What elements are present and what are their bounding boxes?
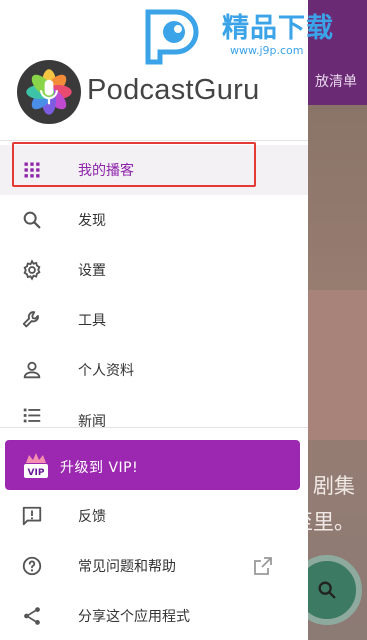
person-icon <box>20 358 44 382</box>
podcast-flower-icon <box>26 69 72 115</box>
nav-item-label: 反馈 <box>78 509 106 525</box>
divider <box>0 427 308 428</box>
feedback-icon <box>20 504 44 528</box>
nav-item-share[interactable]: 分享这个应用程式 <box>0 591 308 640</box>
list-icon <box>20 403 44 427</box>
gear-icon <box>20 258 44 282</box>
nav-item-my-podcasts[interactable]: 我的播客 <box>0 145 308 195</box>
nav-item-label: 个人资料 <box>78 363 134 379</box>
app-logo <box>17 60 81 124</box>
watermark-title: 精品下载 <box>222 13 334 44</box>
app-name: PodcastGuru <box>87 74 260 106</box>
nav-item-label: 设置 <box>78 263 106 279</box>
nav-item-label: 我的播客 <box>78 163 134 179</box>
vip-crown-icon: VIP <box>24 453 48 478</box>
external-link-icon <box>254 557 272 575</box>
background-decoration <box>300 290 367 440</box>
watermark: 精品下载 www.j9p.com <box>138 0 367 72</box>
nav-item-label: 分享这个应用程式 <box>78 609 190 625</box>
watermark-logo-icon <box>145 9 199 65</box>
nav-item-settings[interactable]: 设置 <box>0 245 308 295</box>
background-text-line: 剧集 <box>313 474 355 498</box>
nav-item-discover[interactable]: 发现 <box>0 195 308 245</box>
nav-item-tools[interactable]: 工具 <box>0 295 308 345</box>
nav-item-label: 常见问题和帮助 <box>78 559 176 575</box>
nav-item-feedback[interactable]: 反馈 <box>0 491 308 541</box>
background-tab-label: 放清单 <box>315 74 357 90</box>
nav-item-news[interactable]: 新闻 <box>0 395 308 427</box>
vip-badge-text: VIP <box>28 468 45 478</box>
nav-item-profile[interactable]: 个人资料 <box>0 345 308 395</box>
nav-item-label: 新闻 <box>78 414 106 427</box>
search-icon <box>20 208 44 232</box>
divider <box>0 140 308 141</box>
navigation-drawer: PodcastGuru 我的播客 发现 设置 工具 个人资料 新闻 VIP 升级… <box>0 0 308 640</box>
search-icon <box>318 581 336 599</box>
nav-item-label: 发现 <box>78 213 106 229</box>
wrench-icon <box>20 308 44 332</box>
help-icon <box>20 554 44 578</box>
upgrade-vip-button[interactable]: VIP 升级到 VIP! <box>5 440 300 490</box>
nav-item-label: 工具 <box>78 313 106 329</box>
vip-button-label: 升级到 VIP! <box>60 460 139 476</box>
share-icon <box>20 604 44 628</box>
grid-icon <box>20 158 44 182</box>
watermark-url: www.j9p.com <box>230 44 304 57</box>
